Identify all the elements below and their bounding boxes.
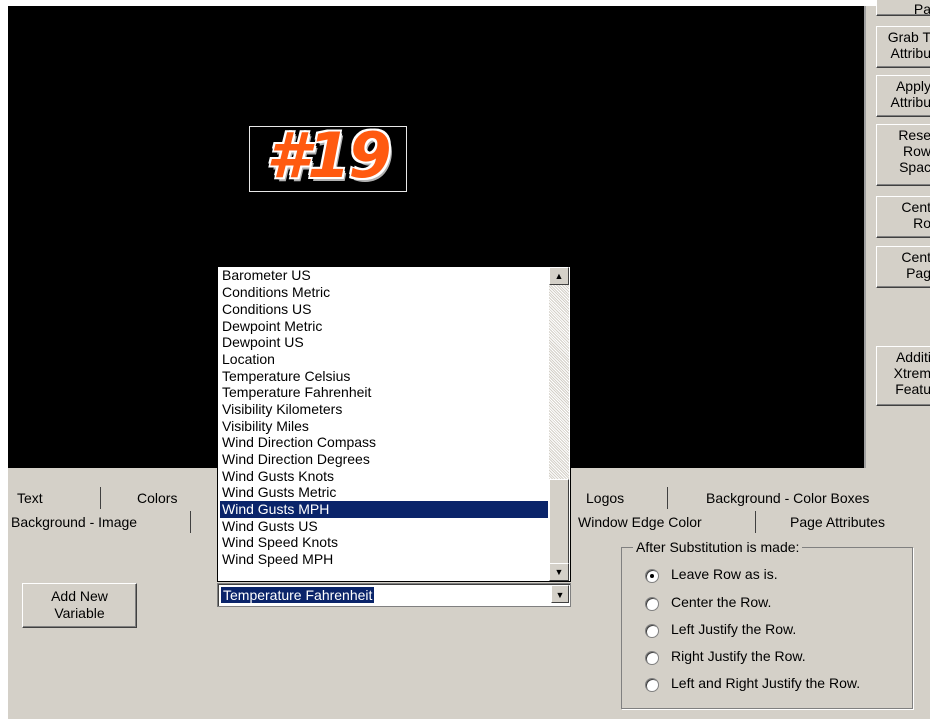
list-item[interactable]: Barometer US [220, 267, 548, 284]
substitution-group-title: After Substitution is made: [633, 539, 803, 555]
radio-label: Leave Row as is. [671, 566, 778, 582]
radio-label: Left Justify the Row. [671, 621, 797, 637]
radio-right-justify[interactable]: Right Justify the Row. [645, 648, 915, 668]
list-item[interactable]: Temperature Fahrenheit [220, 384, 548, 401]
apply-attributes-button[interactable]: Apply Attribu [876, 75, 930, 117]
tab-divider [100, 487, 101, 509]
grab-attributes-button[interactable]: Grab T Attribu [876, 26, 930, 68]
list-item[interactable]: Wind Gusts Knots [220, 468, 548, 485]
center-row-button[interactable]: Cent Ro [876, 196, 930, 238]
scroll-down-arrow-icon[interactable]: ▼ [549, 563, 569, 581]
tab-divider [190, 511, 191, 533]
combo-selected-value: Temperature Fahrenheit [221, 587, 375, 603]
logo-19-image[interactable]: #19 [249, 119, 407, 192]
scroll-up-arrow-icon[interactable]: ▲ [549, 267, 569, 285]
center-page-button[interactable]: Cent Pag [876, 246, 930, 288]
tab-background-color-boxes[interactable]: Background - Color Boxes [706, 490, 869, 506]
list-item[interactable]: Wind Gusts Metric [220, 484, 548, 501]
scrollbar-thumb[interactable] [549, 479, 569, 565]
list-item[interactable]: Wind Speed MPH [220, 551, 548, 568]
combo-dropdown-arrow-icon[interactable]: ▼ [551, 585, 569, 603]
add-new-variable-button[interactable]: Add New Variable [22, 583, 137, 628]
reset-row-spacing-button[interactable]: Rese Row Spac [876, 124, 930, 186]
list-item[interactable]: Wind Gusts US [220, 518, 548, 535]
list-item[interactable]: Wind Speed Knots [220, 534, 548, 551]
list-item[interactable]: Visibility Miles [220, 418, 548, 435]
list-item[interactable]: Conditions US [220, 301, 548, 318]
list-item[interactable]: Wind Direction Compass [220, 434, 548, 451]
radio-label: Center the Row. [671, 594, 772, 610]
radio-label: Left and Right Justify the Row. [671, 675, 861, 691]
radio-center-row[interactable]: Center the Row. [645, 594, 915, 614]
list-item-highlighted[interactable]: Wind Gusts MPH [220, 501, 548, 518]
radio-indicator[interactable] [645, 597, 659, 611]
radio-label: Right Justify the Row. [671, 648, 806, 664]
radio-indicator[interactable] [645, 624, 659, 638]
radio-left-right-justify[interactable]: Left and Right Justify the Row. [645, 675, 915, 695]
tab-text[interactable]: Text [17, 490, 43, 506]
additional-features-button[interactable]: Additi Xtrem Featu [876, 346, 930, 406]
list-item[interactable]: Conditions Metric [220, 284, 548, 301]
tab-colors[interactable]: Colors [137, 490, 177, 506]
variable-dropdown-list[interactable]: Barometer US Conditions Metric Condition… [217, 266, 571, 582]
tab-window-edge-color[interactable]: Window Edge Color [578, 514, 702, 530]
tab-background-image[interactable]: Background - Image [11, 514, 137, 530]
list-item[interactable]: Location [220, 351, 548, 368]
list-item[interactable]: Temperature Celsius [220, 368, 548, 385]
list-item[interactable]: Wind Direction Degrees [220, 451, 548, 468]
radio-indicator[interactable] [645, 569, 659, 583]
radio-leave-row[interactable]: Leave Row as is. [645, 566, 915, 586]
list-item[interactable]: Dewpoint Metric [220, 318, 548, 335]
tab-divider [755, 511, 756, 533]
tab-logos[interactable]: Logos [586, 490, 624, 506]
list-item[interactable]: Dewpoint US [220, 334, 548, 351]
radio-indicator[interactable] [645, 651, 659, 665]
radio-indicator[interactable] [645, 678, 659, 692]
tab-divider [667, 487, 668, 509]
variable-combo-box[interactable]: Temperature Fahrenheit ▼ [217, 583, 571, 607]
logo-text: #19 [266, 119, 391, 192]
list-item[interactable]: Visibility Kilometers [220, 401, 548, 418]
radio-left-justify[interactable]: Left Justify the Row. [645, 621, 915, 641]
tab-page-attributes[interactable]: Page Attributes [790, 514, 885, 530]
page-button[interactable]: Pa [876, 0, 930, 16]
